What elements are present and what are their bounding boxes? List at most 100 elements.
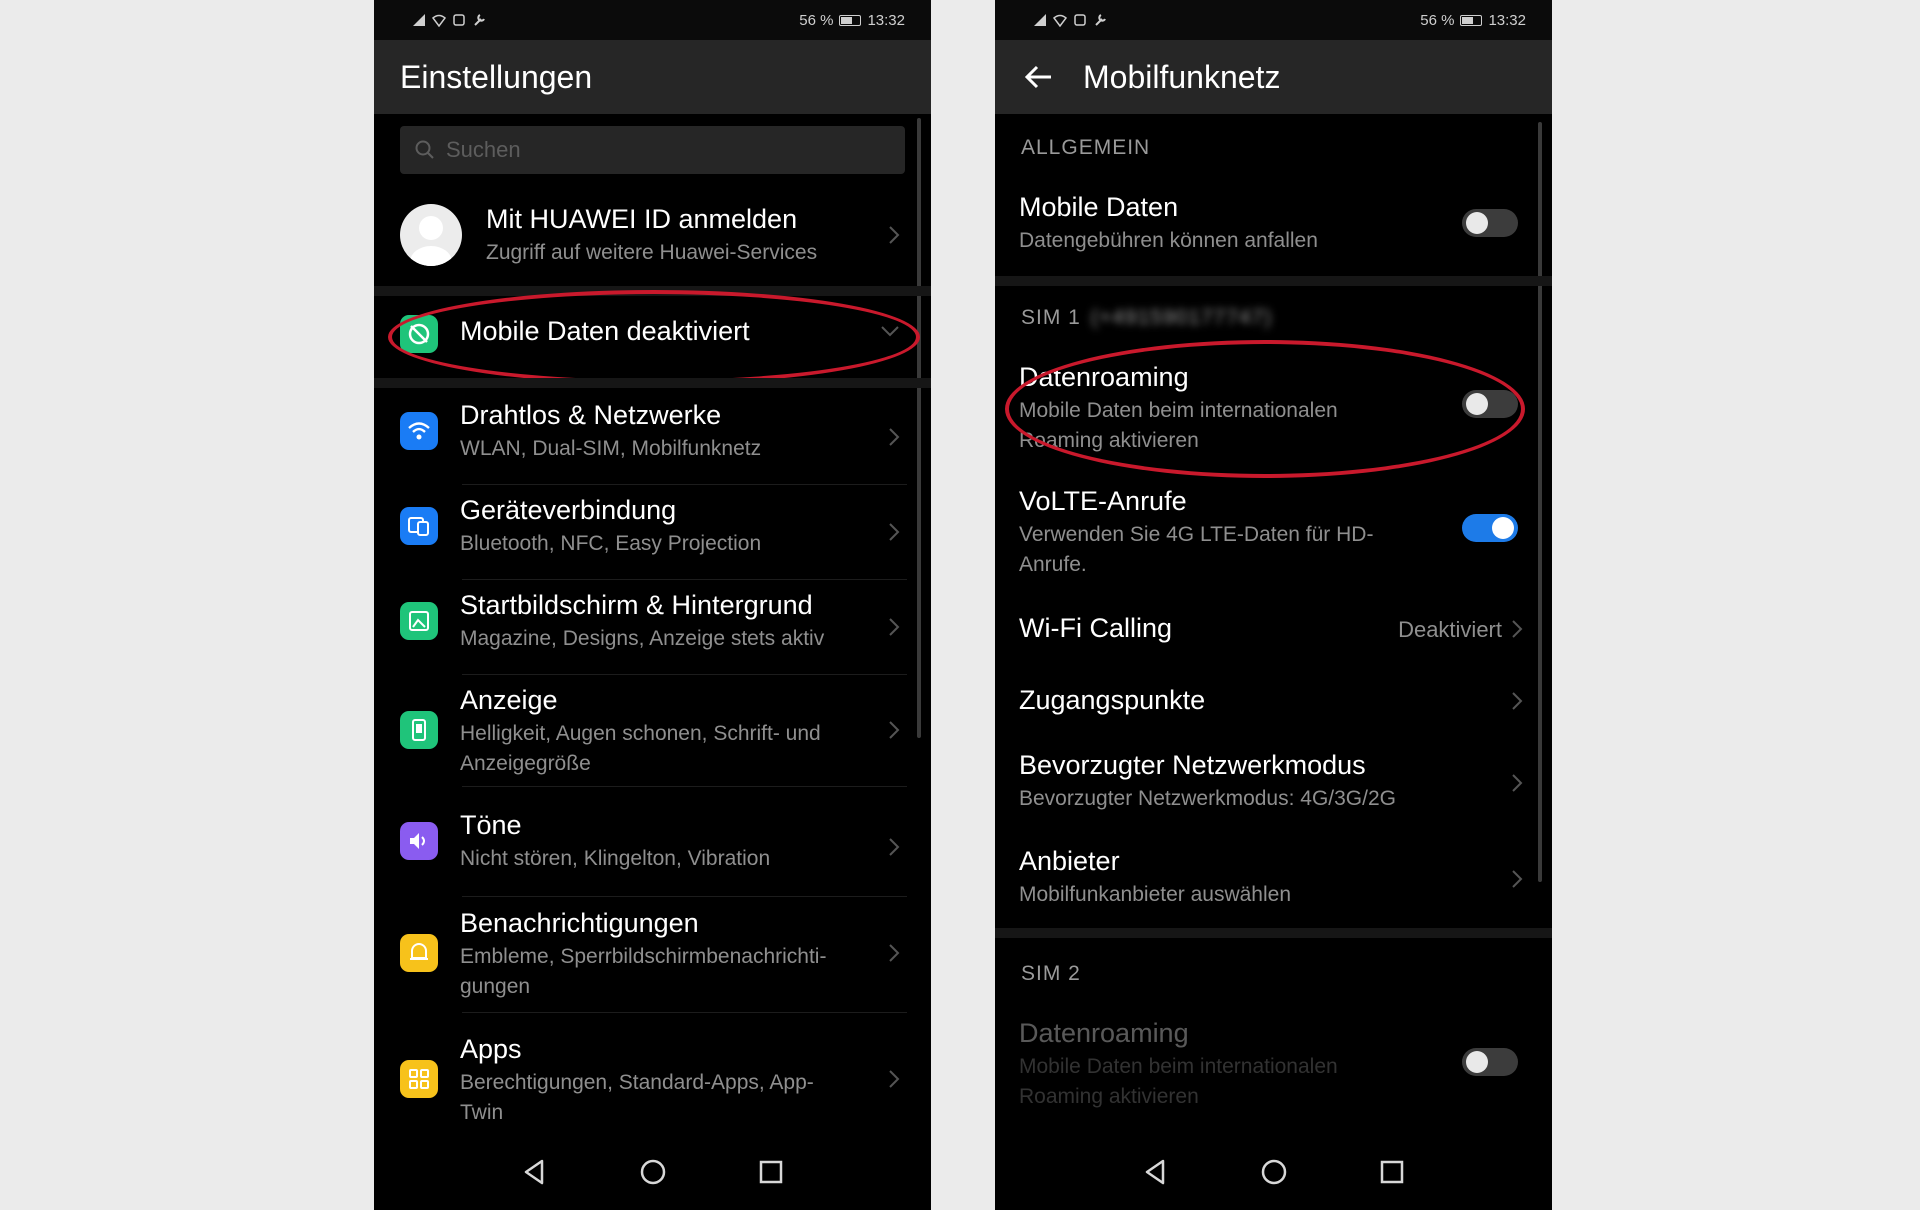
item-subtitle: Nicht stören, Klingelton, Vibration [460,847,771,870]
item-title: Anzeige [460,685,558,715]
item-title: Apps [460,1034,522,1064]
sim1-number: (+491590177747) [1090,306,1273,329]
home-nav-icon[interactable] [638,1157,668,1187]
battery-icon [1460,14,1483,26]
settings-item-home-screen[interactable]: Startbildschirm & Hintergrund Magazine, … [374,580,931,674]
carrier-row[interactable]: Anbieter Mobilfunkanbieter auswählen [995,836,1552,928]
navigation-bar [374,1134,931,1210]
app-bar: Einstellungen [374,40,931,114]
settings-item-display[interactable]: Anzeige Helligkeit, Augen schonen, Schri… [374,675,931,785]
volte-title: VoLTE-Anrufe [1019,486,1187,516]
chevron-right-icon [889,428,900,446]
section-header-general: ALLGEMEIN [1021,136,1151,159]
back-arrow-icon[interactable] [1021,59,1057,95]
mobile-data-off-icon [400,315,438,353]
wifi-calling-row[interactable]: Wi-Fi Calling Deaktiviert [995,600,1552,660]
item-title: Startbildschirm & Hintergrund [460,590,813,620]
settings-item-apps[interactable]: Apps Berechtigungen, Standard-Apps, App-… [374,1024,931,1134]
huawei-id-row[interactable]: Mit HUAWEI ID anmelden Zugriff auf weite… [374,190,931,280]
mobile-data-title: Mobile Daten [1019,192,1179,222]
wifi-calling-title: Wi-Fi Calling [1019,613,1173,643]
volte-toggle[interactable] [1462,514,1518,542]
avatar [400,204,462,266]
mobile-data-disabled-row[interactable]: Mobile Daten deaktiviert [374,296,931,372]
settings-item-device-connection[interactable]: Geräteverbindung Bluetooth, NFC, Easy Pr… [374,485,931,579]
settings-phone-screen: 56 % 13:32 Einstellungen Suchen Mit HUAW… [374,0,931,1210]
item-title: Benachrichtigungen [460,908,699,938]
volte-row[interactable]: VoLTE-Anrufe Verwenden Sie 4G LTE-Daten … [995,476,1552,586]
section-divider [995,928,1552,938]
status-bar: 56 % 13:32 [995,0,1552,40]
carrier-title: Anbieter [1019,846,1120,876]
sound-icon [400,822,438,860]
section-divider [374,378,931,388]
network-mode-title: Bevorzugter Netzwerkmodus [1019,750,1366,780]
settings-item-sounds[interactable]: Töne Nicht stören, Klingelton, Vibration [374,800,931,894]
mobile-data-disabled-title: Mobile Daten deaktiviert [460,316,750,346]
status-icons [412,13,486,27]
wrench-status-icon [474,14,485,26]
chevron-right-icon [889,838,900,856]
back-nav-icon[interactable] [1141,1157,1171,1187]
item-subtitle: Bluetooth, NFC, Easy Projection [460,532,762,555]
search-placeholder: Suchen [446,137,521,162]
back-nav-icon[interactable] [520,1157,550,1187]
data-roaming-subtitle: Mobile Daten beim internationalen Roamin… [1019,399,1338,452]
recents-nav-icon[interactable] [756,1157,786,1187]
navigation-bar [995,1134,1552,1210]
signal-icon [1034,14,1046,26]
item-subtitle: WLAN, Dual-SIM, Mobilfunknetz [460,437,762,460]
item-title: Drahtlos & Netzwerke [460,400,722,430]
app-bar: Mobilfunknetz [995,40,1552,114]
wallpaper-icon [400,602,438,640]
chevron-right-icon [1512,774,1523,792]
item-subtitle: Helligkeit, Augen schonen, Schrift- und … [460,722,821,775]
section-header-sim1: SIM 1 (+491590177747) [1021,306,1272,330]
huawei-id-title: Mit HUAWEI ID anmelden [486,204,798,234]
settings-item-wireless[interactable]: Drahtlos & Netzwerke WLAN, Dual-SIM, Mob… [374,390,931,484]
divider [462,786,907,787]
avatar-person-icon [410,216,452,266]
chevron-down-icon [881,326,899,337]
item-subtitle: Embleme, Sperrbildschirmbenachrichti-gun… [460,945,827,998]
chevron-right-icon [1512,692,1523,710]
battery-icon [839,14,862,26]
chevron-right-icon [1512,870,1523,888]
status-right: 56 % 13:32 [1420,12,1526,29]
signal-icon [413,14,425,26]
network-mode-subtitle: Bevorzugter Netzwerkmodus: 4G/3G/2G [1019,787,1396,810]
network-mode-row[interactable]: Bevorzugter Netzwerkmodus Bevorzugter Ne… [995,740,1552,832]
section-header-sim2: SIM 2 [1021,962,1081,985]
access-points-row[interactable]: Zugangspunkte [995,672,1552,732]
chevron-right-icon [889,523,900,541]
search-icon [415,140,434,159]
item-subtitle: Berechtigungen, Standard-Apps, App-Twin [460,1071,814,1124]
device-connection-icon [400,507,438,545]
mobile-data-row[interactable]: Mobile Daten Datengebühren können anfall… [995,180,1552,272]
home-nav-icon[interactable] [1259,1157,1289,1187]
settings-item-notifications[interactable]: Benachrichtigungen Embleme, Sperrbildsch… [374,898,931,1008]
data-roaming-row[interactable]: Datenroaming Mobile Daten beim internati… [995,352,1552,462]
sim2-data-roaming-title: Datenroaming [1019,1018,1189,1048]
chevron-right-icon [889,226,900,244]
chevron-right-icon [1512,620,1523,638]
sim1-label: SIM 1 [1021,306,1081,329]
status-icons [1033,13,1107,27]
recents-nav-icon[interactable] [1377,1157,1407,1187]
wifi-status-icon [432,14,446,27]
search-input[interactable]: Suchen [400,126,905,174]
chevron-right-icon [889,618,900,636]
display-icon [400,711,438,749]
mobile-data-toggle[interactable] [1462,209,1518,237]
volte-subtitle: Verwenden Sie 4G LTE-Daten für HD-Anrufe… [1019,523,1374,576]
huawei-id-subtitle: Zugriff auf weitere Huawei-Services [486,241,818,264]
data-roaming-toggle[interactable] [1462,390,1518,418]
notification-icon [400,934,438,972]
page-title: Einstellungen [400,58,593,95]
wrench-status-icon [1095,14,1106,26]
mobile-data-subtitle: Datengebühren können anfallen [1019,229,1318,252]
chevron-right-icon [889,721,900,739]
item-title: Geräteverbindung [460,495,677,525]
nfc-status-icon [1074,14,1086,26]
chevron-right-icon [889,944,900,962]
